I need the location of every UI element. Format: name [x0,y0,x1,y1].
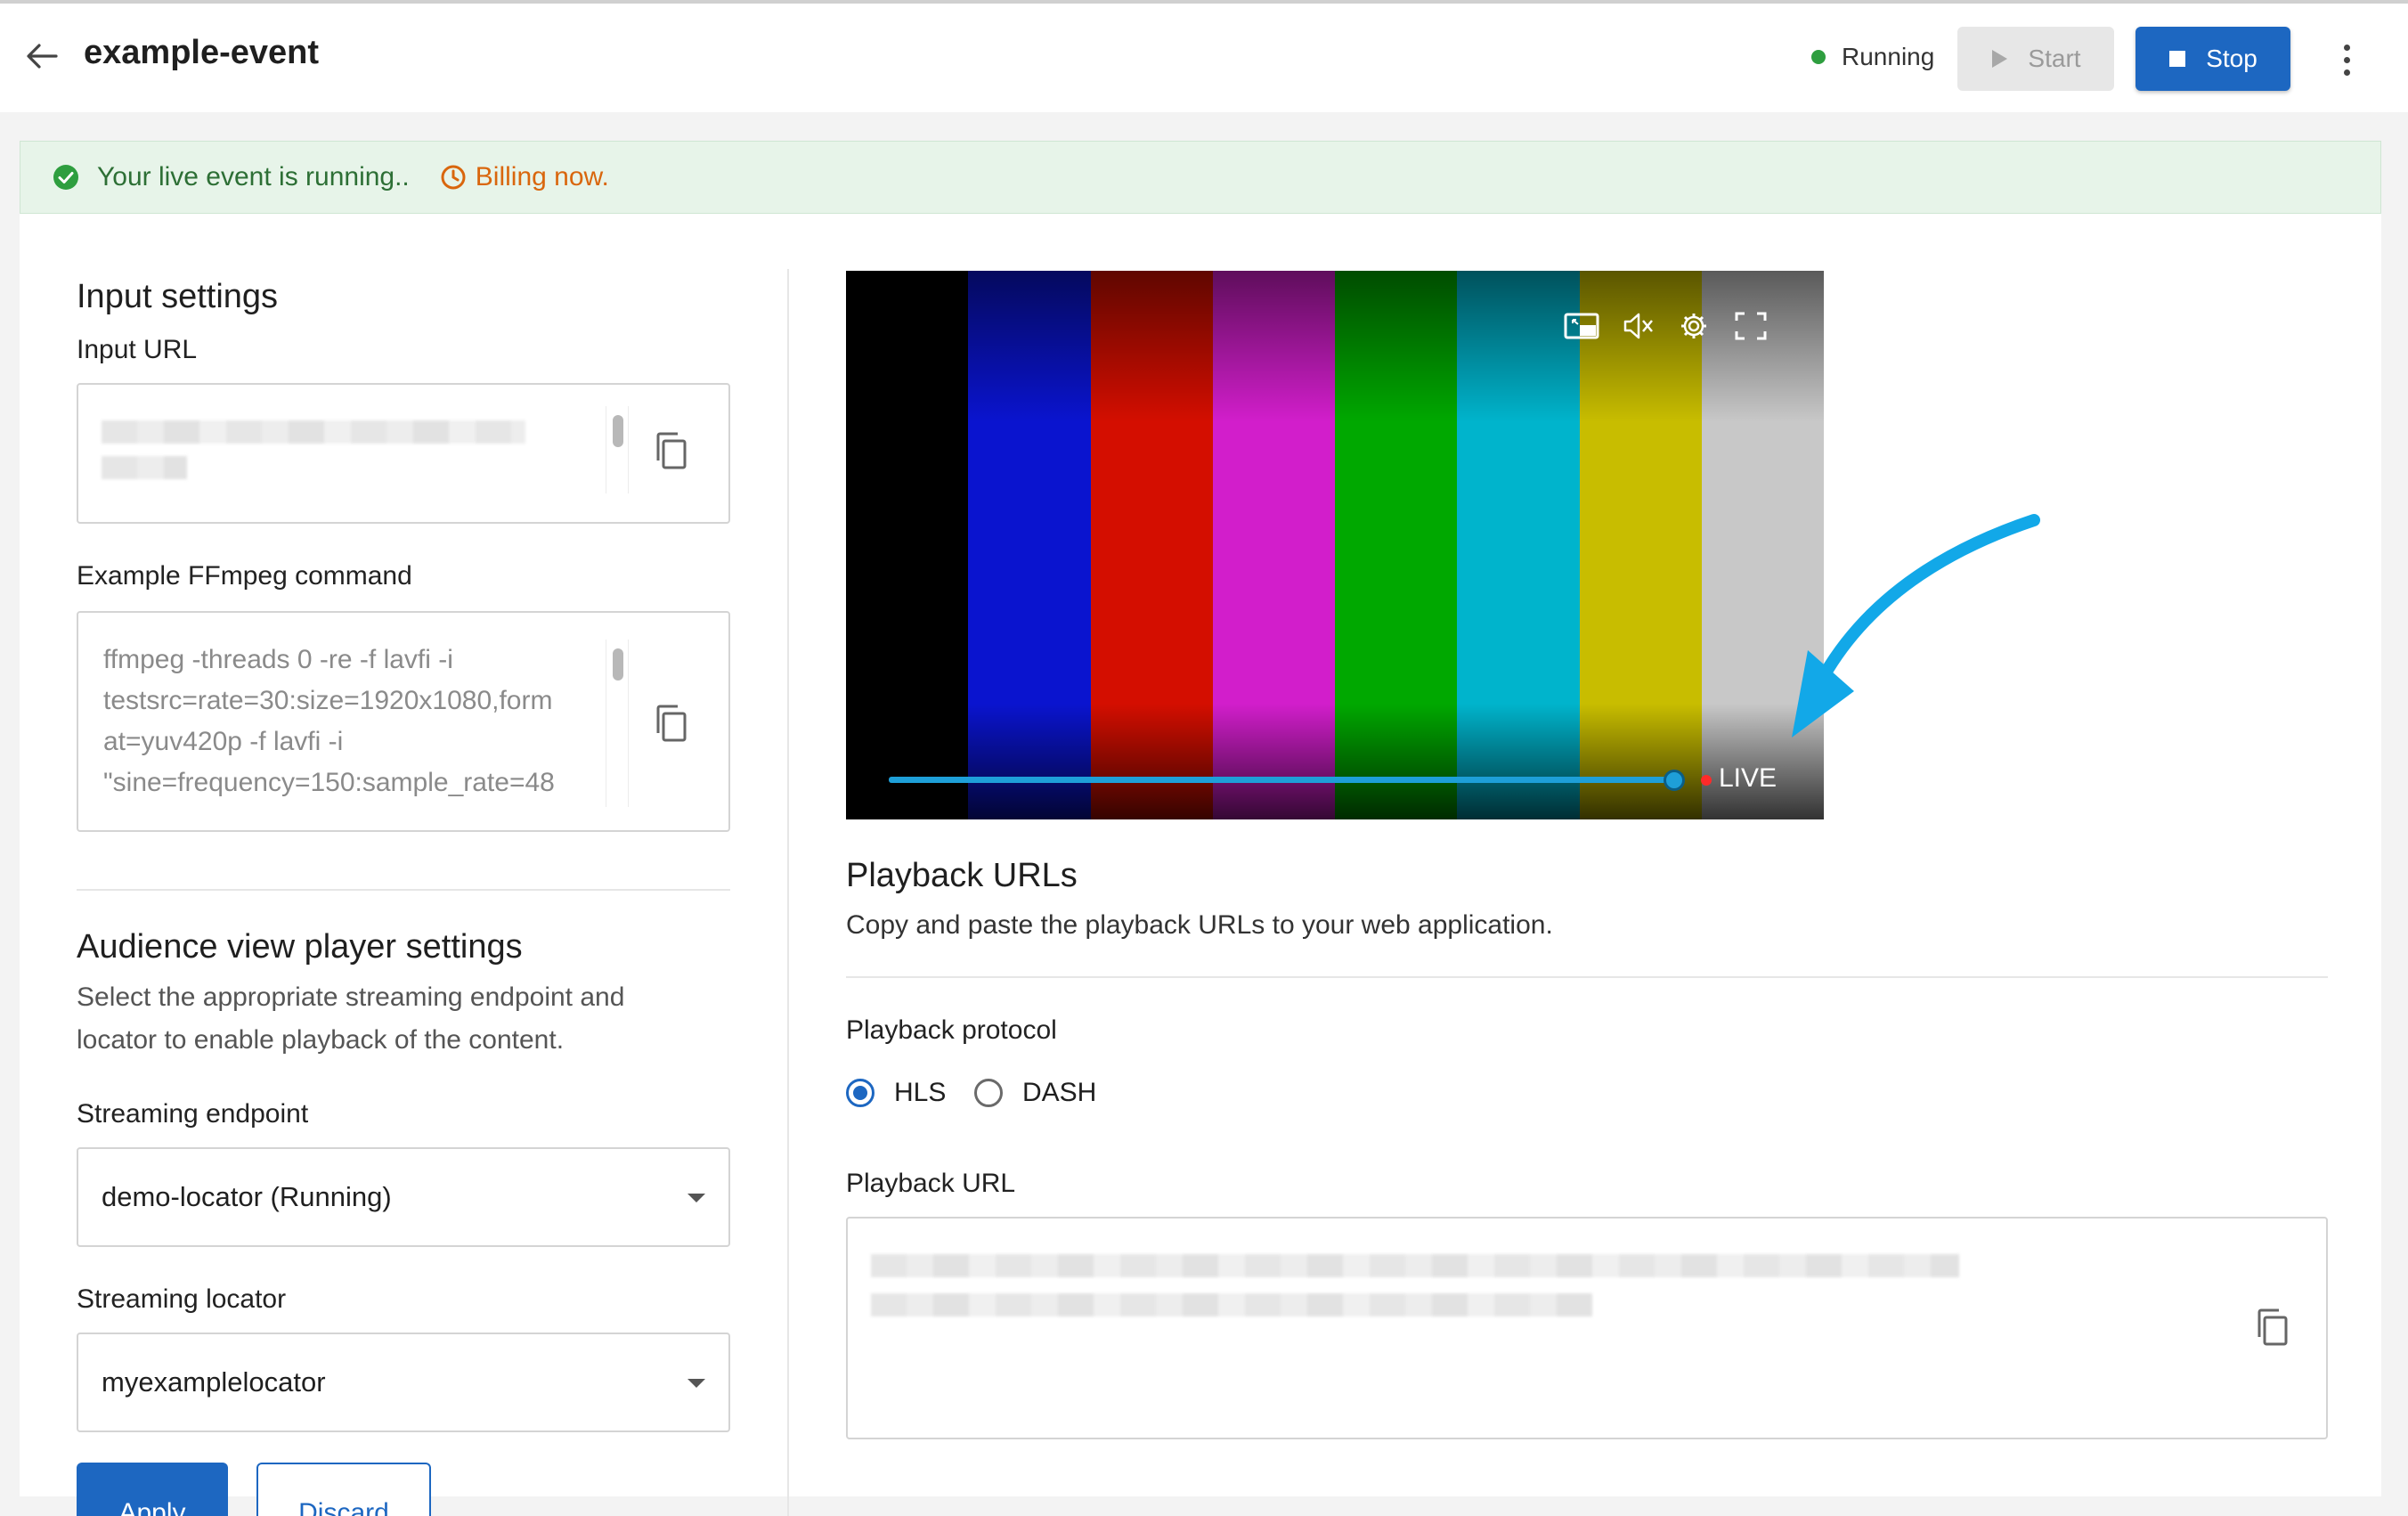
copy-icon [653,430,688,476]
live-dot-icon [1701,775,1712,786]
status-indicator: Running [1811,43,1934,71]
column-divider [787,269,789,1516]
dot-icon [2343,44,2350,51]
clock-icon [440,164,467,191]
radio-dash[interactable]: DASH [974,1078,1096,1108]
stop-icon [2168,50,2186,68]
mute-button[interactable] [1619,308,1658,347]
play-icon [1990,49,2008,69]
stop-button[interactable]: Stop [2135,27,2290,91]
redacted-url-line [871,1293,1592,1316]
input-url-label: Input URL [77,335,198,364]
scrollbar[interactable] [606,640,629,807]
top-bar: example-event Running Start Stop [0,0,2408,112]
page-title: example-event [84,34,320,71]
fullscreen-button[interactable] [1731,308,1770,347]
caret-down-icon [687,1194,705,1202]
scrollbar-thumb[interactable] [613,648,623,681]
scrollbar-thumb[interactable] [613,415,623,447]
streaming-endpoint-select[interactable]: demo-locator (Running) [77,1147,730,1247]
streaming-endpoint-label: Streaming endpoint [77,1099,309,1129]
discard-button[interactable]: Discard [256,1463,431,1516]
annotation-arrow-icon [1792,514,2040,738]
apply-button[interactable]: Apply [77,1463,228,1516]
redacted-url-line [102,456,187,479]
status-banner: Your live event is running.. Billing now… [20,141,2381,214]
arrow-left-icon [26,43,58,74]
copy-icon [2254,1307,2290,1352]
discard-label: Discard [298,1498,389,1516]
banner-billing-text: Billing now. [475,162,609,192]
streaming-locator-value: myexamplelocator [102,1366,326,1398]
ffmpeg-command-text: ffmpeg -threads 0 -re -f lavfi -i testsr… [103,645,555,797]
audience-description-line1: Select the appropriate streaming endpoin… [77,982,625,1012]
back-button[interactable] [20,36,64,80]
status-dot-icon [1811,50,1826,64]
section-divider [77,889,730,891]
radio-dash-label: DASH [1022,1078,1097,1107]
playback-url-field[interactable] [846,1217,2328,1439]
main-card: Input settings Input URL Example FFmpeg … [20,214,2381,1516]
video-player[interactable]: LIVE [846,271,1824,819]
seek-handle[interactable] [1664,770,1685,791]
playback-url-label: Playback URL [846,1169,1016,1198]
streaming-locator-label: Streaming locator [77,1284,287,1314]
scrollbar[interactable] [606,406,629,493]
stop-label: Stop [2206,45,2258,72]
playback-urls-heading: Playback URLs [846,857,1078,894]
picture-in-picture-icon [1564,313,1599,344]
more-options-button[interactable] [2331,37,2362,82]
radio-unselected-icon [974,1079,1003,1107]
ffmpeg-label: Example FFmpeg command [77,561,412,591]
apply-label: Apply [118,1498,186,1516]
check-circle-icon [53,164,79,191]
picture-in-picture-button[interactable] [1562,308,1601,347]
video-bottom-gradient [846,704,1824,819]
radio-selected-icon [846,1079,875,1107]
copy-icon [653,703,688,748]
copy-input-url-button[interactable] [648,428,693,477]
copy-playback-url-button[interactable] [2249,1304,2294,1354]
seek-bar[interactable] [889,777,1672,783]
audience-heading: Audience view player settings [77,928,523,966]
fullscreen-icon [1735,312,1767,345]
redacted-url-line [102,420,525,444]
radio-hls-label: HLS [894,1078,947,1107]
settings-icon [1679,311,1709,346]
input-settings-heading: Input settings [77,278,279,315]
left-column: Input settings Input URL Example FFmpeg … [20,214,785,1516]
dot-icon [2343,69,2350,76]
streaming-endpoint-value: demo-locator (Running) [102,1181,392,1212]
section-divider [846,976,2328,978]
status-text: Running [1842,43,1935,70]
playback-protocol-label: Playback protocol [846,1015,1057,1045]
mute-icon [1622,312,1656,345]
start-button[interactable]: Start [1957,27,2114,91]
start-label: Start [2028,45,2081,72]
copy-ffmpeg-button[interactable] [648,700,693,750]
streaming-locator-select[interactable]: myexamplelocator [77,1333,730,1432]
banner-running-text: Your live event is running.. [97,162,410,192]
playback-description: Copy and paste the playback URLs to your… [846,910,1553,940]
redacted-url-line [871,1254,1959,1277]
input-url-field[interactable] [77,383,730,524]
dot-icon [2343,56,2350,63]
audience-description-line2: locator to enable playback of the conten… [77,1025,565,1055]
radio-hls[interactable]: HLS [846,1078,946,1108]
ffmpeg-command-field[interactable]: ffmpeg -threads 0 -re -f lavfi -i testsr… [77,611,730,832]
settings-button[interactable] [1674,308,1713,347]
caret-down-icon [687,1379,705,1388]
